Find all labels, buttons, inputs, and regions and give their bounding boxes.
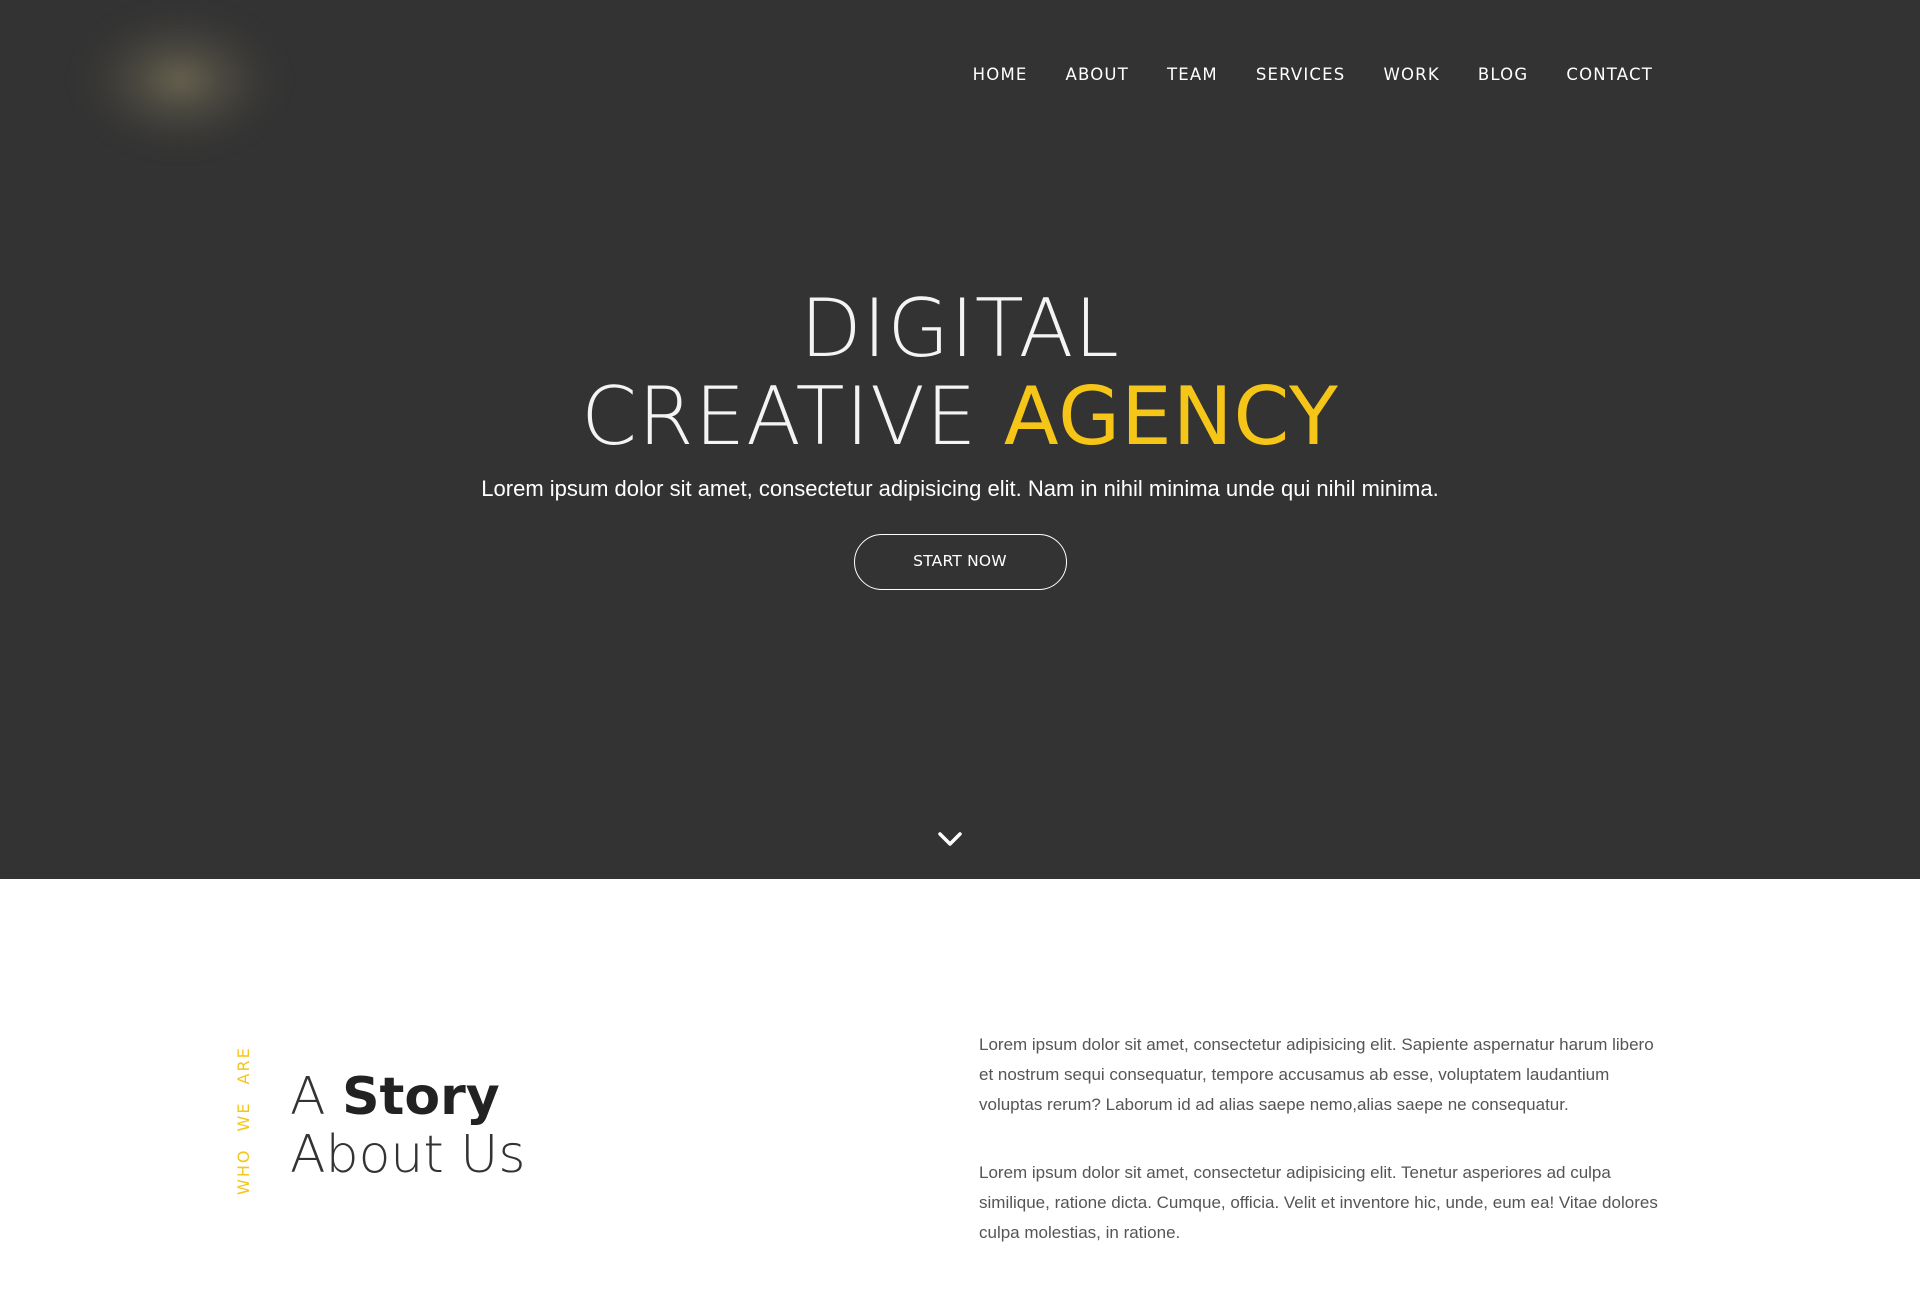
- nav-item-home: HOME: [973, 62, 1028, 88]
- about-paragraph-1: Lorem ipsum dolor sit amet, consectetur …: [979, 1035, 1654, 1114]
- about-heading-bold: Story: [342, 1067, 500, 1127]
- nav-item-services: SERVICES: [1256, 62, 1346, 88]
- hero-title-line1: DIGITAL: [800, 282, 1120, 375]
- scroll-down-button[interactable]: [935, 827, 965, 853]
- nav-link-work[interactable]: WORK: [1383, 65, 1439, 84]
- hero-subtitle: Lorem ipsum dolor sit amet, consectetur …: [481, 476, 1439, 501]
- nav-item-about: ABOUT: [1066, 62, 1129, 88]
- about-paragraph-2: Lorem ipsum dolor sit amet, consectetur …: [979, 1163, 1658, 1242]
- nav-item-team: TEAM: [1167, 62, 1218, 88]
- about-heading-prefix: A: [290, 1067, 326, 1127]
- nav-item-work: WORK: [1383, 62, 1439, 88]
- nav-link-team[interactable]: TEAM: [1167, 65, 1218, 84]
- nav-item-contact: CONTACT: [1566, 62, 1653, 88]
- hero-title-agency: AGENCY: [1003, 370, 1339, 463]
- about-eyebrow: WHO WE ARE: [234, 1046, 253, 1195]
- about-heading: A Story About Us: [290, 1068, 525, 1184]
- hero-title-line2: CREATIVE AGENCY: [0, 373, 1920, 461]
- nav-link-services[interactable]: SERVICES: [1256, 65, 1346, 84]
- about-heading-line2: About Us: [290, 1125, 526, 1185]
- start-now-button[interactable]: START NOW: [853, 534, 1067, 590]
- hero-title: DIGITAL CREATIVE AGENCY: [0, 285, 1920, 461]
- hero-content: DIGITAL CREATIVE AGENCY Lorem ipsum dolo…: [0, 285, 1920, 590]
- hero-section: HOME ABOUT TEAM SERVICES WORK BLOG CONTA…: [0, 0, 1920, 879]
- hero-title-creative: CREATIVE: [581, 370, 978, 463]
- nav-item-blog: BLOG: [1478, 62, 1529, 88]
- logo[interactable]: [75, 5, 285, 155]
- about-text: Lorem ipsum dolor sit amet, consectetur …: [979, 1030, 1669, 1248]
- nav-link-blog[interactable]: BLOG: [1478, 65, 1529, 84]
- chevron-down-icon: [938, 832, 962, 846]
- nav-link-about[interactable]: ABOUT: [1066, 65, 1129, 84]
- main-nav: HOME ABOUT TEAM SERVICES WORK BLOG CONTA…: [973, 62, 1653, 88]
- nav-link-contact[interactable]: CONTACT: [1566, 65, 1653, 84]
- about-heading-line1: A Story: [290, 1068, 525, 1126]
- nav-link-home[interactable]: HOME: [973, 65, 1028, 84]
